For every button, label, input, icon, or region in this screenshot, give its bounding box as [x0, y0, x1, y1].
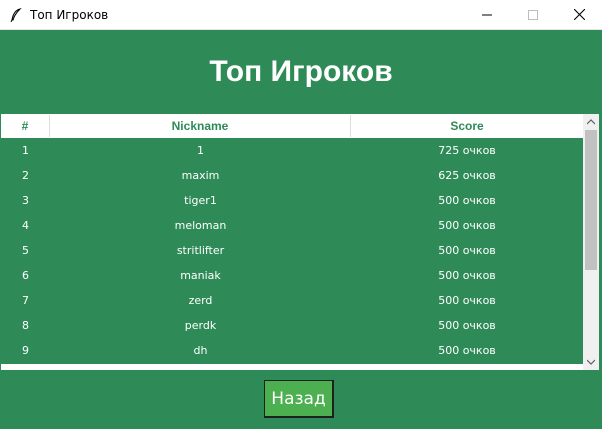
- score-cell: 500 очков: [438, 244, 496, 257]
- rank-cell: 6: [22, 269, 29, 282]
- scrollbar-thumb[interactable]: [585, 130, 597, 270]
- vertical-scrollbar[interactable]: [583, 114, 599, 370]
- nickname-cell: stritlifter: [176, 244, 225, 257]
- column-header-nickname[interactable]: Nickname: [50, 115, 351, 137]
- score-cell: 500 очков: [438, 344, 496, 357]
- table-row[interactable]: 7 zerd 500 очков: [1, 288, 583, 313]
- table-row[interactable]: 8 perdk 500 очков: [1, 313, 583, 338]
- rank-cell: 2: [22, 169, 29, 182]
- rank-cell: 1: [22, 144, 29, 157]
- page-title: Топ Игроков: [209, 55, 393, 88]
- table-body: 1 1 725 очков 2 maxim 625 очков 3 tiger1…: [1, 138, 583, 364]
- score-cell: 500 очков: [438, 269, 496, 282]
- nickname-cell: meloman: [174, 219, 227, 232]
- rank-cell: 8: [22, 319, 29, 332]
- minimize-button[interactable]: [464, 0, 510, 30]
- score-cell: 500 очков: [438, 294, 496, 307]
- score-cell: 500 очков: [438, 319, 496, 332]
- nickname-cell: 1: [197, 144, 204, 157]
- table-row[interactable]: 6 maniak 500 очков: [1, 263, 583, 288]
- scroll-up-arrow-icon[interactable]: [583, 114, 599, 130]
- rank-cell: 3: [22, 194, 29, 207]
- rank-cell: 5: [22, 244, 29, 257]
- nickname-cell: maniak: [180, 269, 221, 282]
- leaderboard-table: # Nickname Score 1 1 725 очков 2 maxim 6…: [1, 114, 599, 370]
- table-row[interactable]: 5 stritlifter 500 очков: [1, 238, 583, 263]
- feather-icon: [8, 7, 24, 23]
- nickname-cell: dh: [193, 344, 208, 357]
- score-cell: 500 очков: [438, 219, 496, 232]
- table-row[interactable]: 4 meloman 500 очков: [1, 213, 583, 238]
- rank-cell: 4: [22, 219, 29, 232]
- window-title: Топ Игроков: [30, 7, 109, 22]
- score-cell: 625 очков: [438, 169, 496, 182]
- rank-cell: 9: [22, 344, 29, 357]
- table-row[interactable]: 9 dh 500 очков: [1, 338, 583, 363]
- nickname-cell: perdk: [184, 319, 217, 332]
- window-titlebar: Топ Игроков: [0, 0, 602, 30]
- table-row[interactable]: 3 tiger1 500 очков: [1, 188, 583, 213]
- column-header-score[interactable]: Score: [351, 115, 583, 137]
- score-cell: 725 очков: [438, 144, 496, 157]
- rank-cell: 7: [22, 294, 29, 307]
- score-cell: 500 очков: [438, 194, 496, 207]
- nickname-cell: maxim: [181, 169, 220, 182]
- nickname-cell: zerd: [188, 294, 213, 307]
- maximize-button[interactable]: [510, 0, 556, 30]
- table-row[interactable]: 2 maxim 625 очков: [1, 163, 583, 188]
- table-row[interactable]: 1 1 725 очков: [1, 138, 583, 163]
- scroll-down-arrow-icon[interactable]: [583, 354, 599, 370]
- table-header: # Nickname Score: [1, 115, 583, 137]
- nickname-cell: tiger1: [184, 194, 217, 207]
- back-button[interactable]: Назад: [264, 380, 334, 418]
- column-header-rank[interactable]: #: [1, 115, 50, 137]
- close-button[interactable]: [556, 0, 602, 30]
